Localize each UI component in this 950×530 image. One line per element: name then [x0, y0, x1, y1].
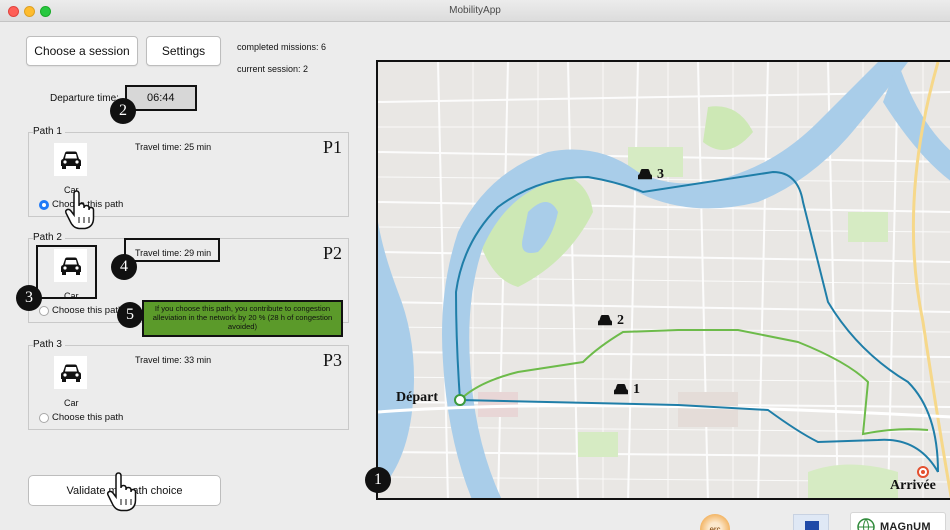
hand-pointer-icon: [64, 190, 95, 230]
departure-time-label: Departure time:: [50, 93, 119, 104]
path-1-title: Path 1: [33, 126, 65, 137]
radio-unselected-icon[interactable]: [39, 412, 49, 423]
car-icon: [598, 315, 612, 326]
map-canvas: [378, 62, 950, 498]
path-2-radio[interactable]: Choose this path: [39, 305, 123, 316]
radio-unselected-icon[interactable]: [39, 305, 49, 316]
hand-pointer-icon: [106, 472, 137, 512]
annotation-badge-4: 4: [111, 254, 137, 280]
path-3-panel: Path 3 Travel time: 33 min P3 Car Choose…: [28, 339, 349, 430]
app-client-area: Choose a session Settings completed miss…: [0, 22, 950, 530]
annotation-outline-car: [36, 245, 97, 299]
path-1-code: P1: [322, 137, 342, 157]
map-end-label: Arrivée: [890, 478, 936, 493]
path-3-mode: Car: [64, 398, 79, 408]
annotation-outline-travel-time: [124, 238, 220, 262]
car-icon: [54, 143, 87, 176]
annotation-badge-5: 5: [117, 302, 143, 328]
path-3-radio[interactable]: Choose this path: [39, 412, 123, 423]
annotation-badge-3: 3: [16, 285, 42, 311]
route-label-1: 1: [612, 382, 640, 398]
route-label-3: 3: [636, 167, 664, 183]
annotation-badge-2: 2: [110, 98, 136, 124]
path-3-radio-label[interactable]: Choose this path: [52, 412, 123, 423]
annotation-badge-1: 1: [365, 467, 391, 493]
radio-selected-icon[interactable]: [39, 199, 49, 210]
title-bar: MobilityApp: [0, 0, 950, 22]
congestion-note: If you choose this path, you contribute …: [142, 300, 343, 337]
start-marker-icon: [454, 394, 466, 406]
car-icon: [54, 356, 87, 389]
erc-logo: erc: [700, 514, 730, 530]
path-2-code: P2: [322, 243, 342, 263]
car-icon: [638, 169, 652, 180]
choose-session-button[interactable]: Choose a session: [26, 36, 138, 66]
completed-missions-text: completed missions: 6: [237, 42, 327, 52]
globe-icon: [857, 518, 875, 530]
eu-flag-logo: [793, 514, 829, 530]
path-3-code: P3: [322, 350, 342, 370]
path-3-title: Path 3: [33, 339, 65, 350]
map-view[interactable]: Départ Arrivée 3 2 1: [376, 60, 950, 500]
window-title: MobilityApp: [449, 5, 501, 16]
departure-time-value: 06:44: [125, 85, 197, 111]
path-1-travel-time: Travel time: 25 min: [135, 142, 212, 152]
magnum-logo: MAGnUM: [850, 512, 946, 530]
settings-button[interactable]: Settings: [146, 36, 221, 66]
path-2-radio-label[interactable]: Choose this path: [52, 305, 123, 316]
path-2-title: Path 2: [33, 232, 65, 243]
path-3-travel-time: Travel time: 33 min: [135, 355, 212, 365]
route-label-2: 2: [596, 313, 624, 329]
map-start-label: Départ: [396, 390, 438, 405]
car-icon: [614, 384, 628, 395]
current-session-text: current session: 2: [237, 64, 309, 74]
